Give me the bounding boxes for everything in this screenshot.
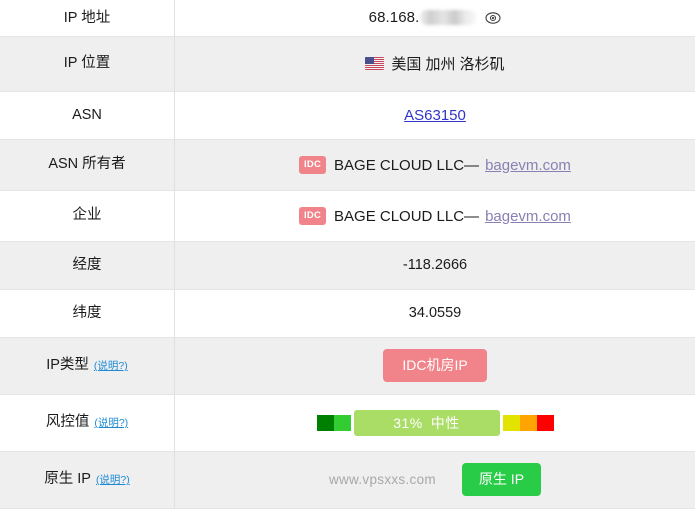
ip-info-table: IP 地址 68.168. IP 位置 美国 加州 洛杉矶 ASN AS6315… <box>0 0 695 509</box>
row-value-asn: AS63150 <box>174 91 695 140</box>
table-row-risk-score: 风控值 (说明?) 31% 中性 <box>0 394 695 452</box>
row-value-latitude: 34.0559 <box>174 289 695 338</box>
row-value-ip-type: IDC机房IP <box>174 337 695 395</box>
eye-icon[interactable] <box>485 10 501 26</box>
row-value-native-ip: www.vpsxxs.com 原生 IP <box>174 451 695 509</box>
enterprise-value: IDC BAGE CLOUD LLC— bagevm.com <box>299 207 571 225</box>
row-label-risk-score: 风控值 (说明?) <box>0 394 175 452</box>
table-row-latitude: 纬度 34.0559 <box>0 289 695 338</box>
row-label-enterprise: 企业 <box>0 190 175 242</box>
risk-score-help-link[interactable]: (说明?) <box>94 417 128 429</box>
row-value-asn-owner: IDC BAGE CLOUD LLC— bagevm.com <box>174 139 695 191</box>
native-ip-badge[interactable]: 原生 IP <box>461 463 542 496</box>
label-text: 经度 <box>72 256 102 273</box>
us-flag-icon <box>365 57 385 70</box>
row-value-longitude: -118.2666 <box>174 241 695 290</box>
label-text: ASN 所有者 <box>48 156 126 173</box>
table-row-ip-type: IP类型 (说明?) IDC机房IP <box>0 337 695 395</box>
risk-segment-high <box>519 414 537 431</box>
row-label-ip-address: IP 地址 <box>0 0 175 37</box>
row-value-ip-address: 68.168. <box>174 0 695 37</box>
ip-type-help-link[interactable]: (说明?) <box>94 360 128 372</box>
row-label-ip-location: IP 位置 <box>0 36 175 92</box>
location-text: 美国 加州 洛杉矶 <box>391 56 505 73</box>
table-row-asn: ASN AS63150 <box>0 91 695 140</box>
longitude-value: -118.2666 <box>402 257 468 273</box>
row-label-ip-type: IP类型 (说明?) <box>0 337 175 395</box>
ip-address-mask <box>420 10 477 26</box>
asn-owner-website-link[interactable]: bagevm.com <box>485 157 571 174</box>
latitude-value: 34.0559 <box>408 305 462 321</box>
label-text: 企业 <box>72 207 102 224</box>
risk-meter: 31% 中性 <box>316 409 554 436</box>
risk-percent: 31% <box>393 414 423 431</box>
enterprise-name: BAGE CLOUD LLC— <box>334 207 480 225</box>
row-label-latitude: 纬度 <box>0 289 175 338</box>
risk-level: 中性 <box>430 414 460 431</box>
row-label-native-ip: 原生 IP (说明?) <box>0 451 175 509</box>
label-text: 纬度 <box>72 304 102 321</box>
native-ip-value: www.vpsxxs.com 原生 IP <box>328 463 542 496</box>
ip-address-value: 68.168. <box>369 9 502 26</box>
location-value: 美国 加州 洛杉矶 <box>365 53 505 74</box>
row-label-asn-owner: ASN 所有者 <box>0 139 175 191</box>
table-row-enterprise: 企业 IDC BAGE CLOUD LLC— bagevm.com <box>0 190 695 242</box>
risk-active-segment: 31% 中性 <box>353 409 500 436</box>
risk-segment-low <box>333 414 351 431</box>
table-row-ip-location: IP 位置 美国 加州 洛杉矶 <box>0 36 695 92</box>
idc-badge: IDC <box>299 156 327 174</box>
table-row-longitude: 经度 -118.2666 <box>0 241 695 290</box>
ip-type-badge[interactable]: IDC机房IP <box>383 349 487 382</box>
label-text: IP类型 <box>46 357 89 374</box>
risk-segment-very-low <box>316 414 334 431</box>
label-text: 原生 IP <box>44 471 91 488</box>
enterprise-website-link[interactable]: bagevm.com <box>485 208 571 225</box>
site-watermark: www.vpsxxs.com <box>328 472 436 487</box>
risk-segment-medium <box>502 414 520 431</box>
row-label-longitude: 经度 <box>0 241 175 290</box>
row-value-ip-location: 美国 加州 洛杉矶 <box>174 36 695 92</box>
risk-segment-very-high <box>536 414 554 431</box>
table-row-native-ip: 原生 IP (说明?) www.vpsxxs.com 原生 IP <box>0 451 695 509</box>
row-label-asn: ASN <box>0 91 175 140</box>
native-ip-help-link[interactable]: (说明?) <box>96 474 130 486</box>
idc-badge: IDC <box>299 207 327 225</box>
label-text: ASN <box>72 106 102 123</box>
row-value-enterprise: IDC BAGE CLOUD LLC— bagevm.com <box>174 190 695 242</box>
asn-owner-value: IDC BAGE CLOUD LLC— bagevm.com <box>299 156 571 174</box>
row-value-risk-score: 31% 中性 <box>174 394 695 452</box>
table-row-ip-address: IP 地址 68.168. <box>0 0 695 37</box>
asn-owner-name: BAGE CLOUD LLC— <box>334 156 480 174</box>
table-row-asn-owner: ASN 所有者 IDC BAGE CLOUD LLC— bagevm.com <box>0 139 695 191</box>
label-text: IP 位置 <box>63 55 111 72</box>
label-text: IP 地址 <box>63 9 111 26</box>
label-text: 风控值 <box>45 414 90 431</box>
asn-link[interactable]: AS63150 <box>404 107 466 124</box>
ip-address-prefix: 68.168. <box>368 9 420 27</box>
